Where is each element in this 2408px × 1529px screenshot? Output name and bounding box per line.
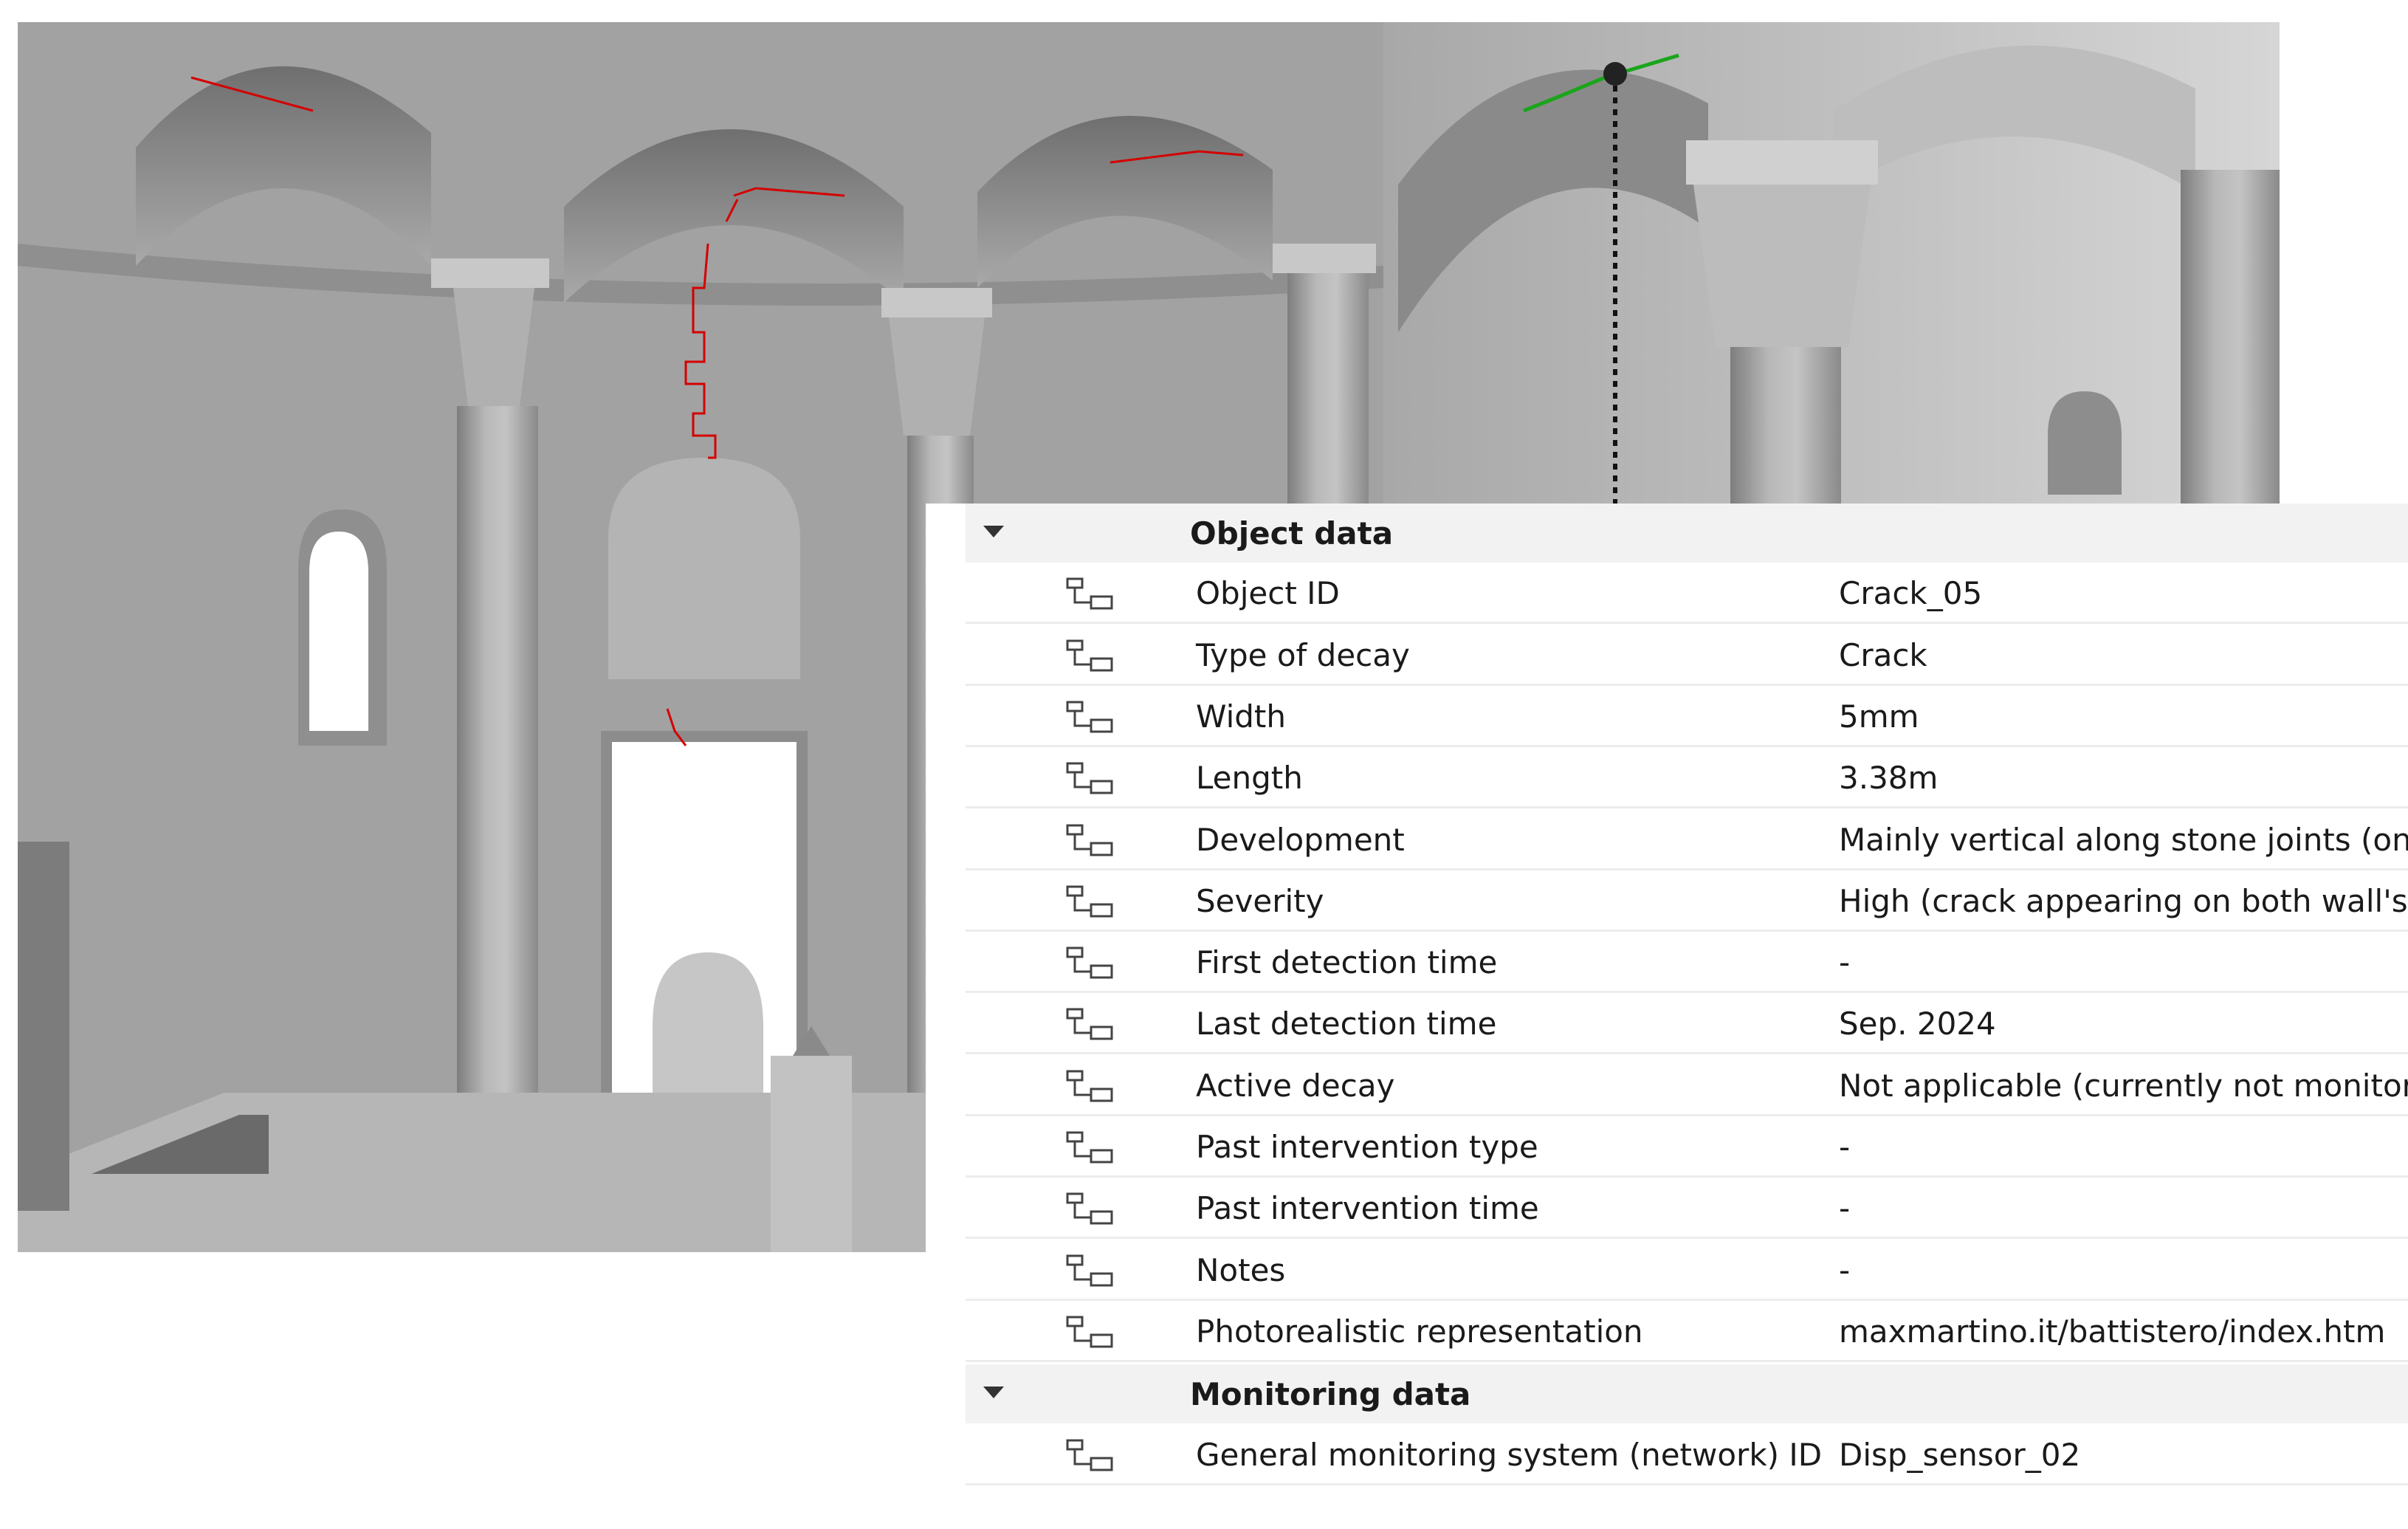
- property-value[interactable]: 3.38m: [1839, 760, 1938, 796]
- property-name: Active decay: [1196, 1067, 1395, 1104]
- property-link-icon: [1064, 1436, 1118, 1476]
- section-label: Monitoring data: [1190, 1375, 1471, 1412]
- property-name: Development: [1196, 821, 1405, 858]
- property-row[interactable]: Past intervention time -: [966, 1180, 2408, 1240]
- property-name: Width: [1196, 698, 1287, 735]
- property-link-icon: [1064, 1313, 1118, 1353]
- property-row[interactable]: Active decay Not applicable (currently no…: [966, 1057, 2408, 1116]
- property-link-icon: [1064, 636, 1118, 676]
- section-label: Object data: [1190, 515, 1394, 552]
- property-link-icon: [1064, 821, 1118, 861]
- property-row[interactable]: Development Mainly vertical along stone j…: [966, 811, 2408, 870]
- property-name: First detection time: [1196, 944, 1498, 981]
- property-name: Notes: [1196, 1251, 1286, 1288]
- property-row[interactable]: Notes -: [966, 1242, 2408, 1301]
- property-name: Object ID: [1196, 575, 1340, 612]
- property-row[interactable]: Width 5mm: [966, 688, 2408, 747]
- property-link-icon: [1064, 1189, 1118, 1229]
- property-link-icon: [1064, 698, 1118, 738]
- section-header[interactable]: Monitoring data: [966, 1364, 2408, 1424]
- property-name: Severity: [1196, 882, 1324, 919]
- property-name: General monitoring system (network) ID: [1196, 1436, 1823, 1473]
- property-name: Length: [1196, 760, 1303, 797]
- property-value[interactable]: High (crack appearing on both wall's: [1839, 883, 2408, 919]
- property-value[interactable]: Mainly vertical along stone joints (onl: [1839, 822, 2408, 858]
- property-row[interactable]: Length 3.38m: [966, 749, 2408, 809]
- property-row[interactable]: Object ID Crack_05: [966, 565, 2408, 625]
- property-value[interactable]: Disp_sensor_02: [1839, 1437, 2080, 1473]
- property-link-icon: [1064, 759, 1118, 799]
- property-name: Last detection time: [1196, 1006, 1497, 1042]
- property-row[interactable]: First detection time -: [966, 934, 2408, 994]
- property-name: Past intervention type: [1196, 1129, 1538, 1165]
- property-value[interactable]: Crack: [1839, 637, 1927, 673]
- property-value[interactable]: 5mm: [1839, 698, 1919, 735]
- property-row[interactable]: Type of decay Crack: [966, 627, 2408, 686]
- property-name: Photorealistic representation: [1196, 1313, 1643, 1350]
- property-value[interactable]: maxmartino.it/battistero/index.htm: [1839, 1313, 2385, 1350]
- property-value[interactable]: Not applicable (currently not monitor: [1839, 1068, 2408, 1104]
- properties-panel: Object data Object ID Crack_05 Type of deca…: [926, 504, 2408, 1500]
- property-link-icon: [1064, 882, 1118, 922]
- property-name: Type of decay: [1196, 636, 1410, 673]
- property-link-icon: [1064, 1128, 1118, 1168]
- property-row[interactable]: Last detection time Sep. 2024: [966, 995, 2408, 1055]
- property-value[interactable]: -: [1839, 1129, 1850, 1165]
- property-link-icon: [1064, 944, 1118, 983]
- property-link-icon: [1064, 1251, 1118, 1291]
- collapse-triangle-icon[interactable]: [983, 526, 1004, 537]
- collapse-triangle-icon[interactable]: [983, 1387, 1004, 1399]
- property-row[interactable]: Past intervention type -: [966, 1119, 2408, 1178]
- property-value[interactable]: -: [1839, 1252, 1850, 1288]
- property-row[interactable]: Severity High (crack appearing on both wa…: [966, 873, 2408, 932]
- property-link-icon: [1064, 1005, 1118, 1045]
- property-row[interactable]: Photorealistic representation maxmartino.…: [966, 1303, 2408, 1362]
- property-value[interactable]: -: [1839, 1190, 1850, 1226]
- property-value[interactable]: Sep. 2024: [1839, 1006, 1996, 1042]
- property-row[interactable]: General monitoring system (network) ID Di…: [966, 1426, 2408, 1485]
- property-link-icon: [1064, 574, 1118, 614]
- property-value[interactable]: -: [1839, 944, 1850, 980]
- property-link-icon: [1064, 1067, 1118, 1107]
- section-header[interactable]: Object data: [966, 504, 2408, 563]
- property-value[interactable]: Crack_05: [1839, 575, 1982, 611]
- property-name: Past intervention time: [1196, 1190, 1539, 1227]
